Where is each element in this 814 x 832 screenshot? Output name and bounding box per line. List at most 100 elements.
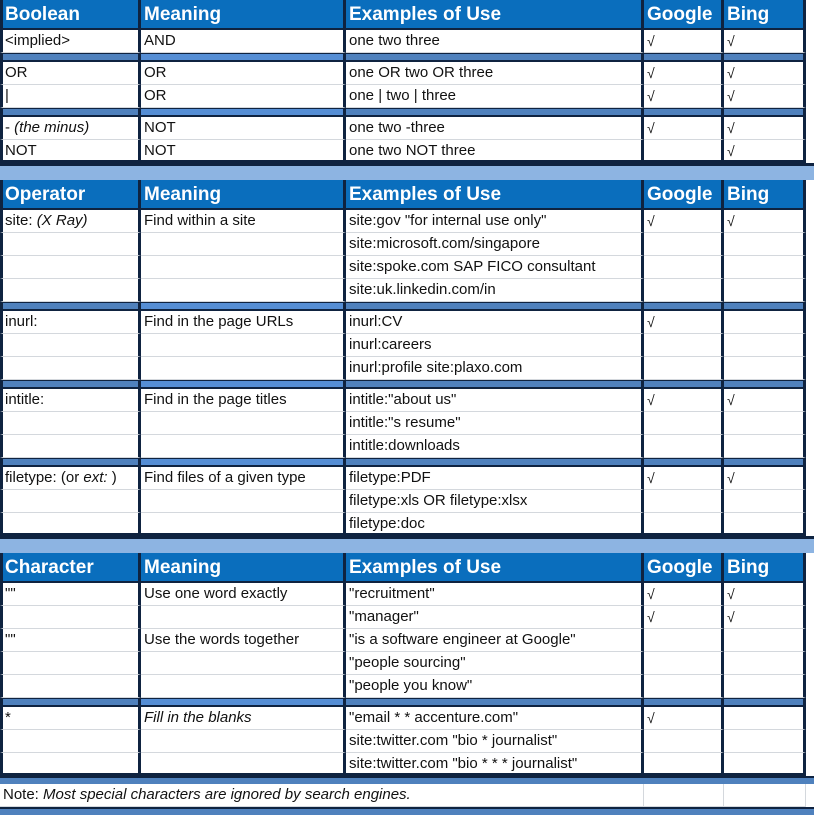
operator-cell[interactable]: "" [0,583,141,606]
meaning-cell[interactable] [141,334,346,357]
bing-check-icon[interactable] [724,412,806,435]
operator-cell[interactable] [0,279,141,302]
bing-check-icon[interactable] [724,753,806,776]
meaning-cell[interactable]: NOT [141,117,346,140]
meaning-cell[interactable] [141,652,346,675]
bing-check-icon[interactable]: √ [724,210,806,233]
operator-cell[interactable]: intitle: [0,389,141,412]
meaning-cell[interactable] [141,279,346,302]
example-cell[interactable]: site:uk.linkedin.com/in [346,279,644,302]
google-check-icon[interactable]: √ [644,467,724,490]
operator-cell[interactable] [0,753,141,776]
operator-cell[interactable] [0,412,141,435]
google-check-icon[interactable] [644,513,724,536]
meaning-cell[interactable] [141,233,346,256]
example-cell[interactable]: "manager" [346,606,644,629]
google-check-icon[interactable]: √ [644,210,724,233]
operator-cell[interactable] [0,334,141,357]
google-check-icon[interactable]: √ [644,606,724,629]
example-cell[interactable]: one two -three [346,117,644,140]
example-cell[interactable]: one OR two OR three [346,62,644,85]
operator-cell[interactable]: site: (X Ray) [0,210,141,233]
example-cell[interactable]: inurl:CV [346,311,644,334]
bing-check-icon[interactable] [724,707,806,730]
example-cell[interactable]: inurl:careers [346,334,644,357]
example-cell[interactable]: one two three [346,30,644,53]
bing-check-icon[interactable] [724,675,806,698]
operator-cell[interactable]: - (the minus) [0,117,141,140]
google-check-icon[interactable]: √ [644,707,724,730]
google-check-icon[interactable]: √ [644,117,724,140]
google-check-icon[interactable] [644,652,724,675]
meaning-cell[interactable] [141,753,346,776]
example-cell[interactable]: "recruitment" [346,583,644,606]
example-cell[interactable]: filetype:doc [346,513,644,536]
note-cell[interactable]: Note: Most special characters are ignore… [0,784,644,807]
example-cell[interactable]: one two NOT three [346,140,644,163]
example-cell[interactable]: intitle:downloads [346,435,644,458]
bing-check-icon[interactable] [724,279,806,302]
operator-cell[interactable] [0,652,141,675]
operator-cell[interactable] [0,435,141,458]
meaning-cell[interactable] [141,730,346,753]
example-cell[interactable]: site:microsoft.com/singapore [346,233,644,256]
operator-cell[interactable]: NOT [0,140,141,163]
google-check-icon[interactable] [644,730,724,753]
bing-check-icon[interactable]: √ [724,389,806,412]
operator-cell[interactable] [0,513,141,536]
example-cell[interactable]: intitle:"about us" [346,389,644,412]
example-cell[interactable]: intitle:"s resume" [346,412,644,435]
operator-cell[interactable]: "" [0,629,141,652]
google-check-icon[interactable] [644,490,724,513]
bing-check-icon[interactable]: √ [724,606,806,629]
operator-cell[interactable] [0,256,141,279]
bing-check-icon[interactable]: √ [724,117,806,140]
google-check-icon[interactable]: √ [644,389,724,412]
meaning-cell[interactable]: AND [141,30,346,53]
example-cell[interactable]: site:twitter.com "bio * * * journalist" [346,753,644,776]
operator-cell[interactable] [0,675,141,698]
bing-check-icon[interactable]: √ [724,30,806,53]
operator-cell[interactable] [0,490,141,513]
google-check-icon[interactable] [644,140,724,163]
meaning-cell[interactable] [141,435,346,458]
operator-cell[interactable] [0,606,141,629]
example-cell[interactable]: filetype:PDF [346,467,644,490]
operator-cell[interactable]: filetype: (or ext: ) [0,467,141,490]
operator-cell[interactable] [0,233,141,256]
example-cell[interactable]: site:gov "for internal use only" [346,210,644,233]
example-cell[interactable]: "people sourcing" [346,652,644,675]
example-cell[interactable]: site:spoke.com SAP FICO consultant [346,256,644,279]
google-check-icon[interactable] [644,357,724,380]
operator-cell[interactable]: <implied> [0,30,141,53]
bing-check-icon[interactable] [724,334,806,357]
bing-check-icon[interactable]: √ [724,85,806,108]
example-cell[interactable]: site:twitter.com "bio * journalist" [346,730,644,753]
google-check-icon[interactable] [644,753,724,776]
bing-check-icon[interactable]: √ [724,62,806,85]
meaning-cell[interactable] [141,606,346,629]
operator-cell[interactable]: OR [0,62,141,85]
bing-check-icon[interactable] [724,357,806,380]
meaning-cell[interactable] [141,490,346,513]
meaning-cell[interactable]: Fill in the blanks [141,707,346,730]
meaning-cell[interactable] [141,256,346,279]
example-cell[interactable]: one | two | three [346,85,644,108]
example-cell[interactable]: inurl:profile site:plaxo.com [346,357,644,380]
google-check-icon[interactable]: √ [644,85,724,108]
google-check-icon[interactable]: √ [644,311,724,334]
meaning-cell[interactable] [141,357,346,380]
google-check-icon[interactable] [644,412,724,435]
bing-check-icon[interactable]: √ [724,583,806,606]
meaning-cell[interactable]: OR [141,85,346,108]
meaning-cell[interactable]: Find in the page URLs [141,311,346,334]
operator-cell[interactable] [0,730,141,753]
example-cell[interactable]: "email * * accenture.com" [346,707,644,730]
example-cell[interactable]: "is a software engineer at Google" [346,629,644,652]
operator-cell[interactable]: * [0,707,141,730]
operator-cell[interactable]: | [0,85,141,108]
meaning-cell[interactable]: Find within a site [141,210,346,233]
meaning-cell[interactable] [141,513,346,536]
google-check-icon[interactable] [644,435,724,458]
google-check-icon[interactable] [644,629,724,652]
